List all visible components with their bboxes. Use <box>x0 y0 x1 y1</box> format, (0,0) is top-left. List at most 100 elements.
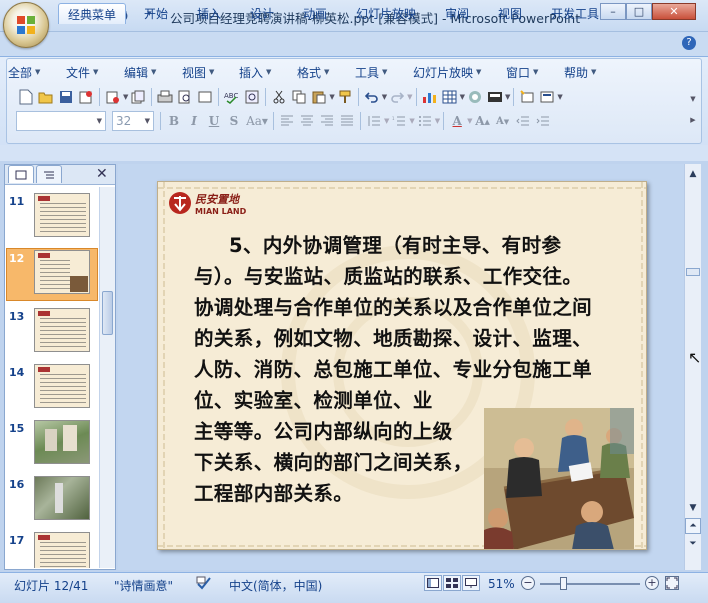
menu-file[interactable]: 文件 ▼ <box>66 64 124 81</box>
menu-insert[interactable]: 插入 ▼ <box>239 64 297 81</box>
numbering-icon[interactable]: 1 <box>389 111 409 131</box>
slide-layout-icon[interactable] <box>537 87 557 107</box>
tab-slideshow[interactable]: 幻灯片放映 <box>347 3 425 24</box>
slide-thumbnail[interactable] <box>34 250 90 294</box>
spell-check-icon[interactable] <box>196 576 212 593</box>
slide-sorter-view-button[interactable] <box>443 575 461 591</box>
thumbnail-row[interactable]: 12 <box>6 250 98 302</box>
email-icon[interactable] <box>103 87 123 107</box>
font-name-combo[interactable]: ▼ <box>16 111 106 131</box>
align-center-icon[interactable] <box>297 111 317 131</box>
insert-table-icon[interactable] <box>440 87 460 107</box>
redo-list-icon[interactable]: ▼ <box>407 93 412 101</box>
paste-dropdown-icon[interactable]: ▼ <box>329 93 334 101</box>
menu-help[interactable]: 帮助 ▼ <box>564 64 614 81</box>
change-case-button[interactable]: Aa▾ <box>244 111 270 131</box>
bullets-dropdown-icon[interactable]: ▼ <box>435 117 440 125</box>
numbering-dropdown-icon[interactable]: ▼ <box>409 117 414 125</box>
spelling-icon[interactable]: ABC <box>222 87 242 107</box>
tab-slides[interactable] <box>8 165 34 183</box>
zoom-level[interactable]: 51% <box>488 577 515 591</box>
toolbar-overflow-icon[interactable]: ▼ ▶ <box>686 88 700 130</box>
cut-icon[interactable] <box>269 87 289 107</box>
fit-to-window-icon[interactable] <box>665 576 679 590</box>
new-slide-icon[interactable] <box>517 87 537 107</box>
scroll-up-icon[interactable]: ▲ <box>685 166 701 182</box>
zoom-in-icon[interactable]: + <box>645 576 659 590</box>
thumbnail-row[interactable]: 14 <box>6 364 98 416</box>
tab-insert[interactable]: 插入 <box>188 3 230 24</box>
close-panel-icon[interactable]: ✕ <box>96 166 108 182</box>
thumbnail-row[interactable]: 16 <box>6 476 98 528</box>
insert-clipart-icon[interactable] <box>465 87 485 107</box>
zoom-slider-track[interactable] <box>540 583 640 585</box>
tab-view[interactable]: 视图 <box>489 3 531 24</box>
open-folder-icon[interactable] <box>36 87 56 107</box>
scroll-thumb[interactable] <box>686 268 700 276</box>
tab-outline[interactable] <box>36 165 62 183</box>
grayscale-dropdown-icon[interactable]: ▼ <box>505 93 510 101</box>
scroll-down-icon[interactable]: ▼ <box>685 500 701 516</box>
menu-tools[interactable]: 工具 ▼ <box>355 64 413 81</box>
justify-icon[interactable] <box>337 111 357 131</box>
menu-slideshow[interactable]: 幻灯片放映 ▼ <box>413 64 506 81</box>
slide-scrollbar[interactable]: ▲ ▼ ⏶ ⏷ <box>684 164 701 570</box>
print-icon[interactable] <box>155 87 175 107</box>
bold-button[interactable]: B <box>164 111 184 131</box>
slide-thumbnail[interactable] <box>34 364 90 408</box>
italic-button[interactable]: I <box>184 111 204 131</box>
save-file-icon[interactable] <box>56 87 76 107</box>
menu-edit[interactable]: 编辑 ▼ <box>124 64 182 81</box>
slide-thumbnail-photo[interactable] <box>34 476 90 520</box>
close-button[interactable]: ✕ <box>652 3 696 20</box>
tab-review[interactable]: 审阅 <box>436 3 478 24</box>
undo-toolbar-icon[interactable] <box>362 87 382 107</box>
grow-font-button[interactable]: A ▲ <box>473 111 493 131</box>
decrease-indent-icon[interactable] <box>513 111 533 131</box>
meeting-clipart-image[interactable] <box>484 408 634 550</box>
print-preview-icon[interactable] <box>175 87 195 107</box>
zoom-out-icon[interactable]: − <box>521 576 535 590</box>
page-setup-icon[interactable] <box>195 87 215 107</box>
insert-chart-icon[interactable] <box>420 87 440 107</box>
menu-all[interactable]: 全部 ▼ <box>8 64 66 81</box>
menu-window[interactable]: 窗口 ▼ <box>506 64 564 81</box>
permission-icon[interactable] <box>76 87 96 107</box>
line-spacing-icon[interactable] <box>364 111 384 131</box>
color-grayscale-icon[interactable] <box>485 87 505 107</box>
help-icon[interactable]: ? <box>682 36 696 50</box>
bullets-icon[interactable] <box>415 111 435 131</box>
underline-button[interactable]: U <box>204 111 224 131</box>
font-color-button[interactable]: A <box>447 111 467 131</box>
panel-scrollbar[interactable] <box>99 187 115 568</box>
normal-view-button[interactable] <box>424 575 442 591</box>
thumbnail-row[interactable]: 15 <box>6 420 98 472</box>
tab-classic-menu[interactable]: 经典菜单 <box>58 3 127 24</box>
slide-thumbnail[interactable] <box>34 193 90 237</box>
thumbnail-row[interactable]: 11 <box>6 193 98 245</box>
font-size-combo[interactable]: 32 ▼ <box>112 111 154 131</box>
panel-scroll-thumb[interactable] <box>102 291 113 335</box>
thumbnail-row[interactable]: 13 <box>6 308 98 360</box>
slide-thumbnail[interactable] <box>34 308 90 352</box>
zoom-slider-thumb[interactable] <box>560 577 567 590</box>
research-icon[interactable] <box>242 87 262 107</box>
shadow-button[interactable]: S <box>224 111 244 131</box>
previous-slide-icon[interactable]: ⏶ <box>685 518 701 534</box>
redo-toolbar-icon[interactable] <box>387 87 407 107</box>
paste-icon[interactable] <box>309 87 329 107</box>
copy-format-icon[interactable] <box>128 87 148 107</box>
office-button[interactable] <box>3 2 49 48</box>
tab-home[interactable]: 开始 <box>135 3 177 24</box>
new-document-icon[interactable] <box>16 87 36 107</box>
increase-indent-icon[interactable] <box>533 111 553 131</box>
maximize-button[interactable]: □ <box>626 3 652 20</box>
menu-view[interactable]: 视图 ▼ <box>182 64 239 81</box>
tab-design[interactable]: 设计 <box>241 3 283 24</box>
tab-animation[interactable]: 动画 <box>294 3 336 24</box>
copy-icon[interactable] <box>289 87 309 107</box>
layout-dropdown-icon[interactable]: ▼ <box>557 93 562 101</box>
shrink-font-button[interactable]: A ▼ <box>493 111 513 131</box>
slide-thumbnail[interactable] <box>34 532 90 568</box>
slideshow-view-button[interactable] <box>462 575 480 591</box>
